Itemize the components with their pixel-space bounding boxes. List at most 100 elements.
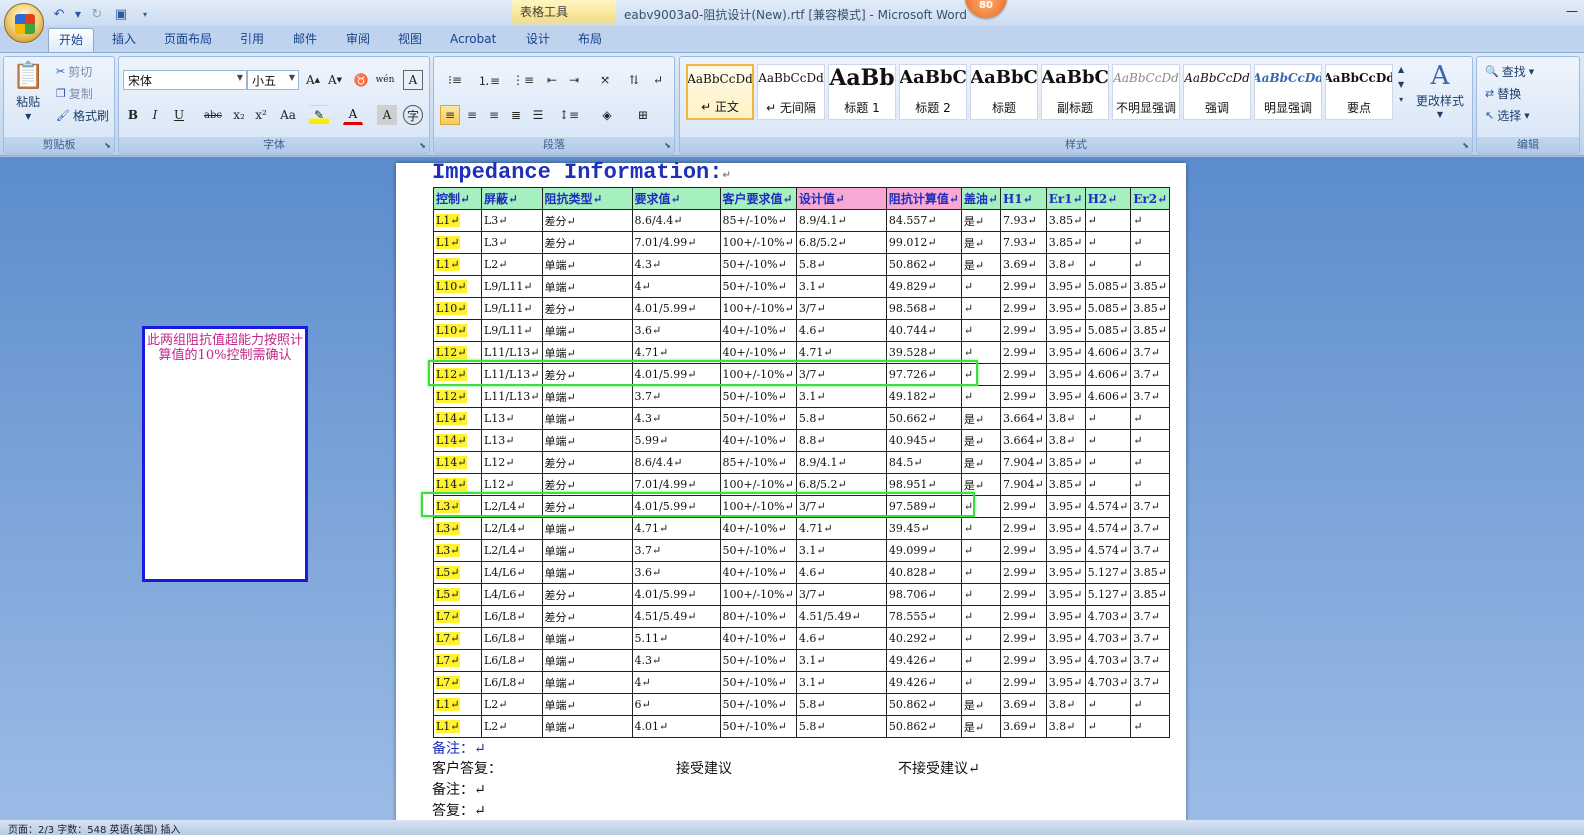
table-cell[interactable]: 3.95↵ [1045, 627, 1086, 650]
find-button[interactable]: 🔍 查找 ▼ [1485, 63, 1534, 80]
table-cell[interactable]: ↵ [1130, 715, 1171, 738]
char-shading-button[interactable]: A [377, 105, 397, 125]
table-cell[interactable]: 4.574↵ [1084, 517, 1132, 540]
table-cell[interactable]: 2.99↵ [999, 649, 1047, 672]
table-cell[interactable]: 50+/-10%↵ [719, 693, 797, 716]
table-cell[interactable]: 78.555↵ [885, 605, 962, 628]
control-layer-cell[interactable]: L3↵ [433, 539, 482, 562]
table-cell[interactable]: L4/L6↵ [481, 561, 543, 584]
enclose-char-button[interactable]: 字 [403, 105, 423, 125]
justify-button[interactable]: ≣ [506, 105, 526, 125]
control-layer-cell[interactable]: L10↵ [433, 275, 482, 298]
table-cell[interactable]: 3.95↵ [1045, 495, 1086, 518]
bullets-button[interactable]: ⁝≡ [440, 70, 470, 90]
table-cell[interactable]: 40+/-10%↵ [719, 429, 797, 452]
table-cell[interactable]: 3.6↵ [631, 561, 721, 584]
style-strong[interactable]: AaBbCcDd 要点 [1325, 64, 1393, 120]
table-cell[interactable]: 49.182↵ [885, 385, 962, 408]
table-cell[interactable]: 3.85↵ [1130, 583, 1171, 606]
table-cell[interactable]: L9/L11↵ [481, 297, 543, 320]
table-cell[interactable]: 4.51/5.49↵ [795, 605, 887, 628]
table-cell[interactable]: ↵ [960, 605, 1001, 628]
tab-home[interactable]: 开始 [48, 28, 95, 52]
paragraph-launcher-icon[interactable]: ⬊ [664, 141, 671, 150]
table-cell[interactable]: 3.1↵ [795, 275, 887, 298]
table-cell[interactable]: 3.7↵ [1130, 649, 1171, 672]
table-cell[interactable]: 3.7↵ [631, 385, 721, 408]
table-cell[interactable]: 2.99↵ [999, 319, 1047, 342]
control-layer-cell[interactable]: L14↵ [433, 407, 482, 430]
table-cell[interactable]: 差分↵ [541, 583, 633, 606]
style-no-spacing[interactable]: AaBbCcDd ↵ 无间隔 [757, 64, 825, 120]
shading-button[interactable]: ◈ [592, 105, 622, 125]
table-cell[interactable]: 5.8↵ [795, 253, 887, 276]
table-cell[interactable]: 3.8↵ [1045, 693, 1086, 716]
header-cell[interactable]: H2↵ [1084, 187, 1132, 210]
table-cell[interactable]: 84.557↵ [885, 209, 962, 232]
tab-mailings[interactable]: 邮件 [283, 28, 327, 52]
table-cell[interactable]: 2.99↵ [999, 561, 1047, 584]
table-cell[interactable]: ↵ [1084, 231, 1132, 254]
table-cell[interactable]: 4.6↵ [795, 561, 887, 584]
table-cell[interactable]: ↵ [1130, 473, 1171, 496]
style-subtitle[interactable]: AaBbC 副标题 [1041, 64, 1109, 120]
table-cell[interactable]: 4.703↵ [1084, 605, 1132, 628]
tab-view[interactable]: 视图 [388, 28, 432, 52]
style-emphasis[interactable]: AaBbCcDd 强调 [1183, 64, 1251, 120]
table-cell[interactable]: 4.3↵ [631, 407, 721, 430]
control-layer-cell[interactable]: L10↵ [433, 297, 482, 320]
table-cell[interactable]: 4.3↵ [631, 649, 721, 672]
table-cell[interactable]: 98.706↵ [885, 583, 962, 606]
table-cell[interactable]: ↵ [960, 583, 1001, 606]
table-cell[interactable]: 3.85↵ [1045, 473, 1086, 496]
table-cell[interactable]: ↵ [1084, 451, 1132, 474]
style-heading-2[interactable]: AaBbC 标题 2 [899, 64, 967, 120]
table-cell[interactable]: 3.69↵ [999, 693, 1047, 716]
control-layer-cell[interactable]: L7↵ [433, 649, 482, 672]
tab-references[interactable]: 引用 [230, 28, 274, 52]
table-cell[interactable]: 3.6↵ [631, 319, 721, 342]
table-cell[interactable]: 3.7↵ [631, 539, 721, 562]
table-cell[interactable]: 7.01/4.99↵ [631, 231, 721, 254]
tab-page-layout[interactable]: 页面布局 [154, 28, 222, 52]
table-cell[interactable]: L6/L8↵ [481, 605, 543, 628]
header-cell[interactable]: 要求值↵ [631, 187, 721, 210]
table-cell[interactable]: 2.99↵ [999, 671, 1047, 694]
table-cell[interactable]: 5.11↵ [631, 627, 721, 650]
table-cell[interactable]: ↵ [1130, 253, 1171, 276]
table-cell[interactable]: 50.662↵ [885, 407, 962, 430]
table-cell[interactable]: 40.292↵ [885, 627, 962, 650]
table-cell[interactable]: 3.1↵ [795, 671, 887, 694]
table-cell[interactable]: 7.93↵ [999, 231, 1047, 254]
table-cell[interactable]: 3.1↵ [795, 385, 887, 408]
table-cell[interactable]: ↵ [1130, 693, 1171, 716]
table-cell[interactable]: L12↵ [481, 451, 543, 474]
table-cell[interactable]: 3.95↵ [1045, 517, 1086, 540]
table-cell[interactable]: ↵ [1084, 429, 1132, 452]
table-cell[interactable]: 3.95↵ [1045, 341, 1086, 364]
table-cell[interactable]: 100+/-10%↵ [719, 231, 797, 254]
paste-button[interactable]: 📋 粘贴 ▼ [12, 61, 44, 121]
control-layer-cell[interactable]: L1↵ [433, 231, 482, 254]
table-cell[interactable]: 3.85↵ [1045, 231, 1086, 254]
table-cell[interactable]: 5.085↵ [1084, 319, 1132, 342]
table-cell[interactable]: 差分↵ [541, 297, 633, 320]
table-cell[interactable]: 3.95↵ [1045, 363, 1086, 386]
undo-dropdown-icon[interactable]: ▼ [74, 5, 82, 23]
table-cell[interactable]: 50.862↵ [885, 253, 962, 276]
style-heading-1[interactable]: AaBb 标题 1 [828, 64, 896, 120]
table-cell[interactable]: ↵ [960, 385, 1001, 408]
table-cell[interactable]: 4.01/5.99↵ [631, 583, 721, 606]
table-cell[interactable]: 40.945↵ [885, 429, 962, 452]
table-cell[interactable]: 差分↵ [541, 451, 633, 474]
control-layer-cell[interactable]: L14↵ [433, 451, 482, 474]
table-cell[interactable]: 5.127↵ [1084, 561, 1132, 584]
table-cell[interactable]: 4.71↵ [795, 517, 887, 540]
table-cell[interactable]: L3↵ [481, 231, 543, 254]
table-cell[interactable]: L9/L11↵ [481, 275, 543, 298]
table-cell[interactable]: 2.99↵ [999, 583, 1047, 606]
accept-option[interactable]: 接受建议 [676, 758, 732, 778]
table-cell[interactable]: 单端↵ [541, 429, 633, 452]
table-cell[interactable]: 4.71↵ [631, 517, 721, 540]
table-cell[interactable]: 50+/-10%↵ [719, 275, 797, 298]
